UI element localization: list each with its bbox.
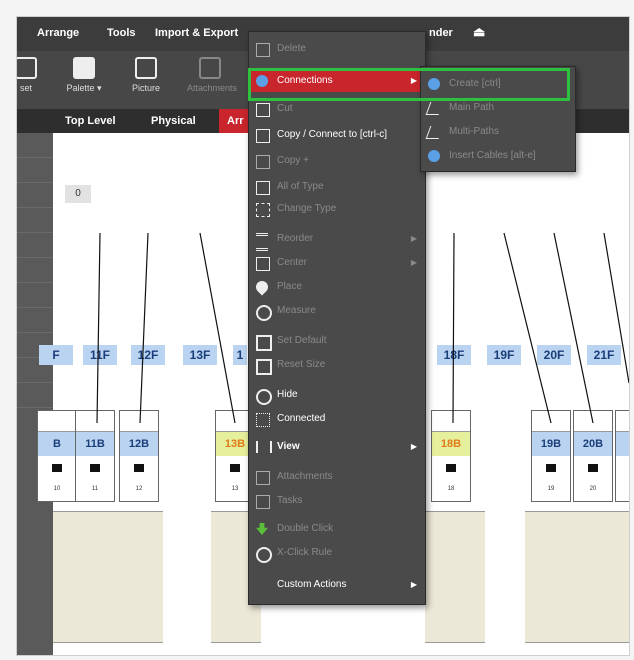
scissors-icon (256, 103, 270, 117)
rack-panel-mid2 (425, 511, 485, 643)
resize-icon (256, 359, 272, 375)
submenu-arrow-icon: ▶ (410, 76, 417, 85)
network-icon (256, 413, 270, 427)
hide-icon (256, 389, 272, 405)
submenu-arrow-icon: ▶ (410, 442, 417, 451)
palette-button[interactable]: Palette ▾ (61, 55, 107, 94)
menu-under[interactable]: nder (429, 27, 453, 39)
port-label-12f[interactable]: 12F (131, 345, 165, 365)
menu-item-copy-connect[interactable]: Copy / Connect to [ctrl-c] (249, 124, 425, 146)
menu-item-connected[interactable]: Connected (249, 408, 425, 430)
menu-item-attachments[interactable]: Attachments (249, 466, 425, 488)
picture-label: Picture (131, 83, 160, 93)
measure-icon (256, 305, 272, 321)
port-label-20f[interactable]: 20F (537, 345, 571, 365)
unit-19b[interactable]: 19B 19 (531, 410, 571, 502)
port-label-19f[interactable]: 19F (487, 345, 521, 365)
arrow-down-icon (256, 523, 268, 535)
reorder-icon (256, 233, 268, 251)
copy-plus-icon (256, 155, 270, 169)
menu-item-copy-plus[interactable]: Copy + (249, 150, 425, 172)
menu-item-delete[interactable]: Delete (249, 38, 425, 60)
left-panel (17, 133, 53, 655)
multi-path-icon (425, 126, 444, 139)
submenu-arrow-icon: ▶ (410, 580, 417, 589)
menu-item-x-click-rule[interactable]: X-Click Rule (249, 542, 425, 564)
connections-submenu: Create [ctrl] Main Path Multi-Paths Inse… (420, 66, 576, 172)
connections-icon (256, 75, 268, 87)
submenu-arrow-icon: ▶ (410, 234, 417, 243)
select-all-icon (256, 181, 270, 195)
port-label-f[interactable]: F (39, 345, 73, 365)
port-label-11f[interactable]: 11F (83, 345, 117, 365)
set-tool[interactable]: set (17, 55, 49, 93)
eject-icon[interactable]: ⏏ (473, 24, 485, 40)
port-label-18f[interactable]: 18F (437, 345, 471, 365)
menu-item-connections[interactable]: Connections ▶ (249, 70, 425, 92)
unit-20b[interactable]: 20B 20 (573, 410, 613, 502)
menu-item-place[interactable]: Place (249, 276, 425, 298)
unit-10b[interactable]: B 10 (37, 410, 77, 502)
menu-item-double-click[interactable]: Double Click (249, 518, 425, 540)
picture-button[interactable]: Picture (123, 55, 169, 93)
menu-item-view[interactable]: View ▶ (249, 436, 425, 458)
trash-icon (256, 43, 270, 57)
unit-21b[interactable]: 221 (615, 410, 629, 502)
submenu-item-create[interactable]: Create [ctrl] (421, 73, 575, 95)
menu-import-export[interactable]: Import & Export (155, 27, 238, 39)
insert-cables-icon (428, 150, 440, 162)
map-pin-icon (253, 278, 271, 296)
submenu-item-multi-paths[interactable]: Multi-Paths (421, 121, 575, 143)
port-label-13f[interactable]: 13F (183, 345, 217, 365)
rack-panel-right (525, 511, 629, 643)
tab-top-level[interactable]: Top Level (65, 115, 116, 127)
menu-item-all-of-type[interactable]: All of Type (249, 176, 425, 198)
submenu-item-main-path[interactable]: Main Path (421, 97, 575, 119)
menu-item-tasks[interactable]: Tasks (249, 490, 425, 512)
camera-icon (135, 57, 157, 79)
tab-active[interactable]: Arr (219, 109, 252, 133)
attachments-label: Attachments (187, 83, 238, 93)
menu-item-custom-actions[interactable]: Custom Actions ▶ (249, 574, 425, 596)
copy-icon (256, 129, 270, 143)
menu-item-hide[interactable]: Hide (249, 384, 425, 406)
change-type-icon (256, 203, 270, 217)
menu-item-cut[interactable]: Cut (249, 98, 425, 120)
palette-label: Palette ▾ (66, 83, 102, 93)
unit-12b[interactable]: 12B 12 (119, 410, 159, 502)
paperclip-icon (199, 57, 221, 79)
attachments-button[interactable]: Attachments (187, 55, 237, 93)
submenu-arrow-icon: ▶ (410, 258, 417, 267)
submenu-item-insert-cables[interactable]: Insert Cables [alt-e] (421, 145, 575, 167)
path-icon (425, 102, 444, 115)
tasks-icon (256, 495, 270, 509)
level-badge: 0 (65, 185, 91, 203)
context-menu: Delete Connections ▶ Cut Copy / Connect … (248, 31, 426, 605)
port-label-14f[interactable]: 1 (233, 345, 247, 365)
rack-panel-left (53, 511, 163, 643)
set-tool-label: set (19, 83, 32, 93)
x-click-icon (256, 547, 272, 563)
center-icon (256, 257, 270, 271)
menu-item-reorder[interactable]: Reorder ▶ (249, 228, 425, 251)
menu-item-center[interactable]: Center ▶ (249, 252, 425, 274)
menu-item-reset-size[interactable]: Reset Size (249, 354, 425, 376)
view-icon (256, 441, 272, 453)
paperclip-icon (256, 471, 270, 485)
menu-item-set-default[interactable]: Set Default (249, 330, 425, 352)
palette-icon (73, 57, 95, 79)
menu-item-change-type[interactable]: Change Type (249, 198, 425, 220)
port-label-21f[interactable]: 21F (587, 345, 621, 365)
menu-arrange[interactable]: Arrange (37, 27, 79, 39)
check-square-icon (256, 335, 272, 351)
unit-18b[interactable]: 18B 18 (431, 410, 471, 502)
tab-physical[interactable]: Physical (151, 115, 196, 127)
menu-item-measure[interactable]: Measure (249, 300, 425, 322)
menu-tools[interactable]: Tools (107, 27, 136, 39)
unit-11b[interactable]: 11B 11 (75, 410, 115, 502)
set-icon (17, 57, 37, 79)
create-connection-icon (428, 78, 440, 90)
